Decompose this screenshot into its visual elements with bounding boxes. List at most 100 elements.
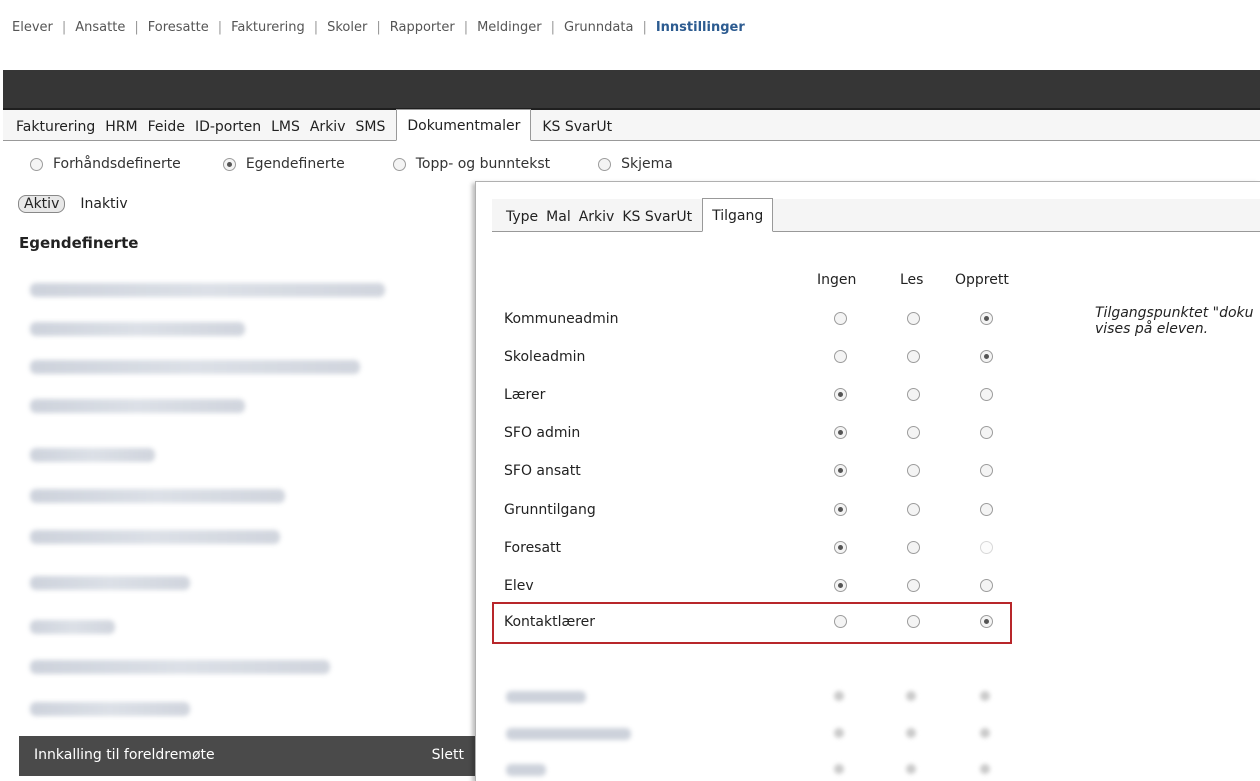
radio-ingen[interactable] [834, 312, 847, 325]
nav-separator: | [463, 20, 469, 35]
tab-dokumentmaler[interactable]: Dokumentmaler [396, 109, 532, 141]
redacted-list-item[interactable] [30, 660, 330, 674]
radio-label: Skjema [621, 156, 673, 172]
selected-template-item[interactable]: Innkalling til foreldremøte Slett [19, 736, 475, 776]
filter-aktiv-button[interactable]: Aktiv [18, 195, 66, 213]
redacted-list-item[interactable] [30, 530, 280, 544]
nav-item-innstillinger[interactable]: Innstillinger [656, 20, 745, 35]
radio-skjema[interactable]: Skjema [598, 156, 673, 172]
radio-opprett[interactable] [980, 312, 993, 325]
role-label: Kommuneadmin [504, 311, 619, 327]
redacted-radio [834, 764, 844, 774]
selected-template-name: Innkalling til foreldremøte [34, 747, 215, 763]
nav-item-meldinger[interactable]: Meldinger [477, 20, 542, 35]
nav-separator: | [217, 20, 223, 35]
radio-button[interactable] [222, 157, 236, 171]
redacted-list-item[interactable] [30, 399, 245, 413]
radio-les[interactable] [907, 426, 920, 439]
radio-button[interactable] [30, 157, 43, 171]
radio-ingen[interactable] [834, 426, 847, 439]
redacted-list-item[interactable] [30, 448, 155, 462]
redacted-radio [906, 728, 916, 738]
tab-ks-svarut[interactable]: KS SvarUt [537, 110, 617, 141]
redacted-list-item[interactable] [30, 283, 385, 297]
tab-sms[interactable]: SMS [350, 110, 390, 141]
radio-les[interactable] [907, 503, 920, 516]
tab-feide[interactable]: Feide [143, 110, 190, 141]
nav-item-elever[interactable]: Elever [12, 20, 53, 35]
nav-item-fakturering[interactable]: Fakturering [231, 20, 305, 35]
radio-les[interactable] [907, 388, 920, 401]
redacted-radio [980, 728, 990, 738]
radio-opprett[interactable] [980, 579, 993, 592]
nav-item-grunndata[interactable]: Grunndata [564, 20, 633, 35]
radio-opprett[interactable] [980, 464, 993, 477]
radio-button[interactable] [598, 157, 612, 171]
redacted-list-item[interactable] [30, 620, 115, 634]
role-label: Lærer [504, 387, 546, 403]
radio-button[interactable] [392, 157, 406, 171]
column-opprett: Opprett [955, 272, 1009, 288]
tab-arkiv-panel[interactable]: Arkiv [575, 209, 619, 232]
tab-mal[interactable]: Mal [542, 209, 575, 232]
radio-opprett[interactable] [980, 388, 993, 401]
tab-hrm[interactable]: HRM [100, 110, 142, 141]
redacted-radio [834, 728, 844, 738]
redacted-label [506, 764, 546, 776]
radio-ingen[interactable] [834, 503, 847, 516]
template-list-title: Egendefinerte [19, 234, 139, 252]
redacted-list-item[interactable] [30, 322, 245, 336]
access-row: Grunntilgang [504, 492, 1034, 530]
radio-ingen[interactable] [834, 579, 847, 592]
radio-topp-og-bunntekst[interactable]: Topp- og bunntekst [392, 156, 551, 172]
tab-tilgang[interactable]: Tilgang [702, 198, 774, 232]
settings-tabs: Fakturering HRM Feide ID-porten LMS Arki… [3, 109, 1260, 141]
tab-lms[interactable]: LMS [266, 110, 305, 141]
tab-type[interactable]: Type [502, 209, 542, 232]
role-label: Grunntilgang [504, 502, 596, 518]
radio-label: Topp- og bunntekst [415, 156, 551, 172]
tab-ks-svarut-panel[interactable]: KS SvarUt [618, 209, 696, 232]
radio-ingen[interactable] [834, 464, 847, 477]
nav-separator: | [376, 20, 381, 35]
radio-opprett-disabled [980, 541, 993, 554]
nav-separator: | [61, 20, 67, 35]
nav-item-ansatte[interactable]: Ansatte [75, 20, 125, 35]
radio-label: Egendefinerte [245, 156, 345, 172]
radio-forhandsdefinerte[interactable]: Forhåndsdefinerte [30, 156, 181, 172]
tab-id-porten[interactable]: ID-porten [190, 110, 266, 141]
radio-ingen[interactable] [834, 541, 847, 554]
redacted-list-item[interactable] [30, 360, 360, 374]
role-label: SFO ansatt [504, 463, 581, 479]
tab-fakturering[interactable]: Fakturering [11, 110, 100, 141]
radio-les[interactable] [907, 579, 920, 592]
radio-les[interactable] [907, 350, 920, 363]
access-row: SFO ansatt [504, 453, 1034, 491]
nav-item-foresatte[interactable]: Foresatte [148, 20, 209, 35]
delete-link[interactable]: Slett [432, 747, 464, 763]
radio-les[interactable] [907, 541, 920, 554]
redacted-list-item[interactable] [30, 489, 285, 503]
highlight-box [492, 602, 1012, 644]
redacted-radio [980, 691, 990, 701]
redacted-list-item[interactable] [30, 576, 190, 590]
redacted-label [506, 728, 631, 740]
redacted-label [506, 691, 586, 703]
radio-ingen[interactable] [834, 388, 847, 401]
radio-ingen[interactable] [834, 350, 847, 363]
panel-tabs: Type Mal Arkiv KS SvarUt Tilgang [492, 198, 1260, 232]
radio-les[interactable] [907, 464, 920, 477]
radio-label: Forhåndsdefinerte [53, 156, 181, 172]
nav-item-skoler[interactable]: Skoler [327, 20, 367, 35]
role-label: Skoleadmin [504, 349, 586, 365]
radio-egendefinerte[interactable]: Egendefinerte [222, 156, 345, 172]
nav-separator: | [313, 20, 319, 35]
redacted-list-item[interactable] [30, 702, 190, 716]
radio-opprett[interactable] [980, 350, 993, 363]
radio-opprett[interactable] [980, 426, 993, 439]
radio-les[interactable] [907, 312, 920, 325]
nav-item-rapporter[interactable]: Rapporter [390, 20, 455, 35]
radio-opprett[interactable] [980, 503, 993, 516]
tab-arkiv[interactable]: Arkiv [305, 110, 351, 141]
filter-inaktiv-button[interactable]: Inaktiv [80, 196, 127, 212]
